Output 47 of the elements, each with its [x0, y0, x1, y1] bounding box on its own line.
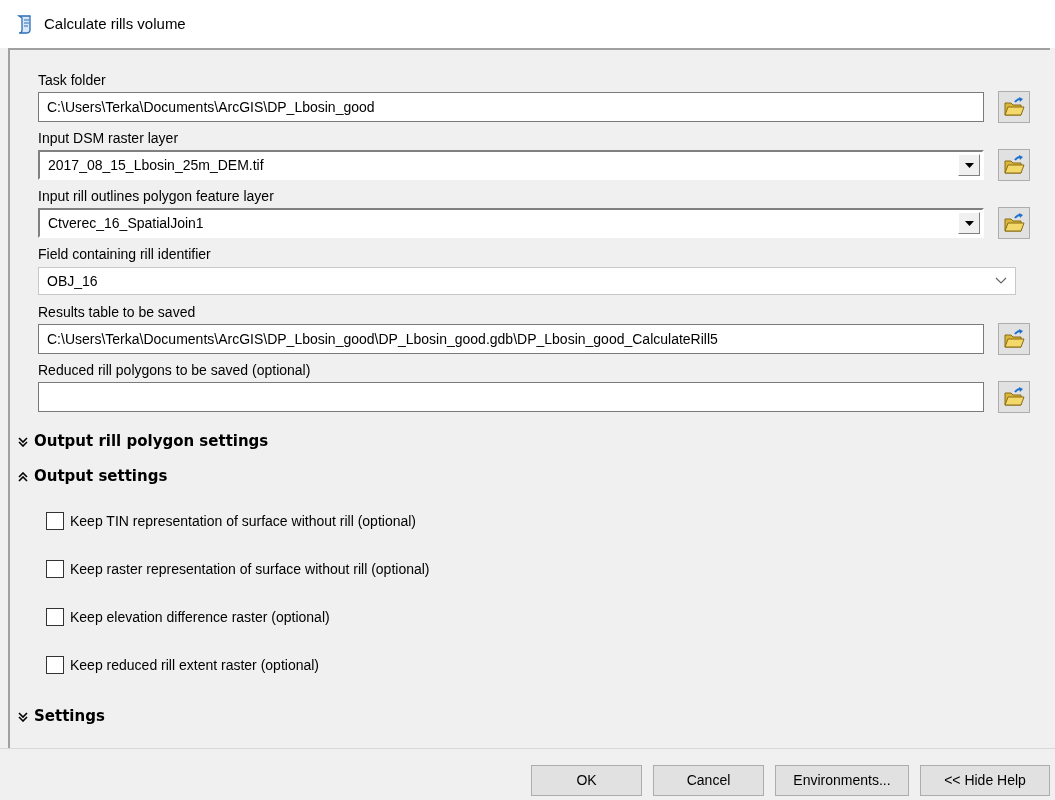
parameter-label: Input DSM raster layer: [38, 129, 180, 148]
expand-icon: [18, 711, 28, 722]
window-title: Calculate rills volume: [44, 13, 186, 34]
text-field[interactable]: [38, 382, 984, 412]
caret-icon: [964, 162, 974, 168]
open-folder-icon: [1003, 213, 1025, 233]
browse-button[interactable]: [998, 91, 1030, 123]
checkbox[interactable]: [46, 608, 64, 626]
dialog-button[interactable]: << Hide Help: [920, 765, 1050, 796]
browse-button[interactable]: [998, 149, 1030, 181]
dialog-button[interactable]: OK: [531, 765, 642, 796]
checkbox-label: Keep elevation difference raster (optional): [70, 607, 330, 627]
browse-button[interactable]: [998, 381, 1030, 413]
parameter-label: Field containing rill identifier: [38, 245, 212, 264]
caret-icon: [964, 220, 974, 226]
open-folder-icon: [1003, 329, 1025, 349]
dropdown-arrow-button[interactable]: [958, 212, 980, 234]
checkbox-label: Keep reduced rill extent raster (optional): [70, 655, 320, 675]
chevron-down-icon: [995, 277, 1007, 285]
open-folder-icon: [1003, 155, 1025, 175]
text-field[interactable]: C:\Users\Terka\Documents\ArcGIS\DP_Lbosin_good\DP_Lbosin_good.gdb\DP_Lbosin_good_CalculateRill5: [38, 324, 984, 354]
checkbox[interactable]: [46, 512, 64, 530]
checkbox[interactable]: [46, 656, 64, 674]
parameter-label: Reduced rill polygons to be saved (optional): [38, 361, 312, 380]
open-folder-icon: [1003, 97, 1025, 117]
browse-button[interactable]: [998, 323, 1030, 355]
open-folder-icon: [1003, 387, 1025, 407]
dropdown-field[interactable]: OBJ_16: [38, 267, 1016, 295]
section-header[interactable]: Settings: [18, 699, 1030, 734]
text-field[interactable]: C:\Users\Terka\Documents\ArcGIS\DP_Lbosin_good: [38, 92, 984, 122]
checkbox-label: Keep raster representation of surface without rill (optional): [70, 559, 430, 579]
expand-icon: [18, 436, 28, 447]
dialog-button[interactable]: Environments...: [775, 765, 909, 796]
parameter-label: Task folder: [38, 71, 107, 90]
combo-box[interactable]: Ctverec_16_SpatialJoin1: [38, 208, 984, 238]
parameter-label: Results table to be saved: [38, 303, 197, 322]
script-icon: [16, 14, 34, 34]
checkbox[interactable]: [46, 560, 64, 578]
dropdown-arrow-button[interactable]: [958, 154, 980, 176]
collapse-icon: [18, 471, 28, 482]
parameter-label: Input rill outlines polygon feature layer: [38, 187, 275, 206]
section-header[interactable]: Output rill polygon settings: [18, 424, 1030, 459]
combo-box[interactable]: 2017_08_15_Lbosin_25m_DEM.tif: [38, 150, 984, 180]
checkbox-label: Keep TIN representation of surface without rill (optional): [70, 511, 417, 531]
dialog-button[interactable]: Cancel: [653, 765, 764, 796]
browse-button[interactable]: [998, 207, 1030, 239]
section-header[interactable]: Output settings: [18, 459, 1030, 494]
